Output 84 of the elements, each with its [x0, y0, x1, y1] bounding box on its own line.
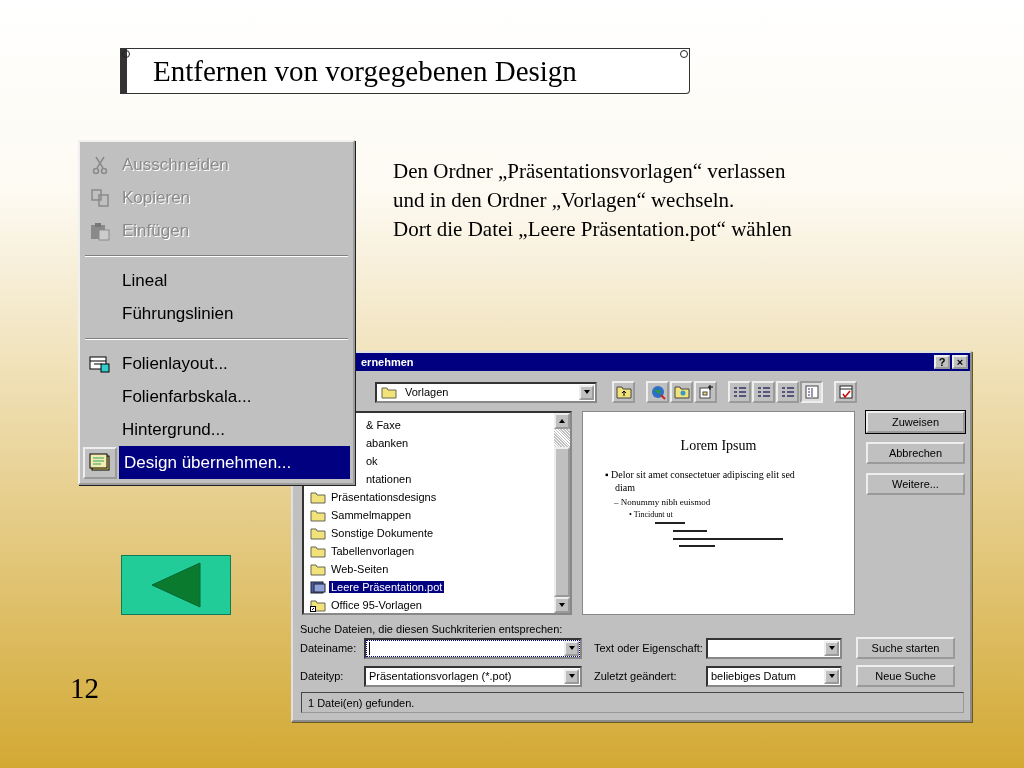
file-item[interactable]: Sammelmappen [329, 509, 414, 521]
dialog-button[interactable]: Abbrechen [866, 442, 965, 464]
field-label: Text oder Eigenschaft: [593, 642, 704, 654]
status-bar: 1 Datei(en) gefunden. [301, 692, 964, 713]
file-item[interactable]: Leere Präsentation.pot [329, 581, 445, 593]
file-item[interactable]: Web-Seiten [329, 563, 391, 575]
field-label: Dateityp: [300, 670, 345, 682]
preview-text: • Tincidunt ut [628, 509, 674, 520]
file-item[interactable]: Sonstige Dokumente [329, 527, 436, 539]
back-button[interactable] [121, 555, 231, 615]
caret-icon [579, 384, 594, 400]
menu-item[interactable]: Folienlayout... [117, 347, 350, 380]
file-item[interactable]: Office 95-Vorlagen [329, 599, 424, 611]
copy-icon [90, 187, 110, 208]
window-title: ernehmen [361, 356, 414, 368]
folder-icon [310, 490, 326, 504]
menu-item[interactable]: Hintergrund... [117, 413, 350, 446]
toolbar-button[interactable] [800, 381, 823, 403]
file-item[interactable]: & Faxe [364, 419, 403, 431]
help-button[interactable]: ? [934, 355, 950, 369]
menu-item[interactable]: Lineal [117, 264, 350, 297]
design-icon [89, 452, 111, 473]
file-item[interactable]: ok [364, 455, 380, 467]
dialog-button[interactable]: Zuweisen [866, 411, 965, 433]
search-button[interactable]: Neue Suche [856, 665, 955, 687]
search-dropdown[interactable]: beliebiges Datum [706, 665, 842, 687]
search-dropdown[interactable] [364, 637, 582, 659]
toolbar-button[interactable] [776, 381, 799, 403]
slide-title: Entfernen von vorgegebenen Design [153, 54, 577, 88]
scroll-curl-icon [679, 49, 689, 59]
page-number: 12 [70, 672, 99, 705]
dialog-button[interactable]: Weitere... [866, 473, 965, 495]
instruction-text: Den Ordner „Präsentationsvorlagen“ verlassen [393, 158, 787, 185]
file-item[interactable]: ntationen [364, 473, 414, 485]
clipboard-icon [90, 220, 110, 241]
globe-icon [649, 384, 666, 400]
folder-icon [310, 526, 326, 540]
file-item[interactable]: Präsentationsdesigns [329, 491, 439, 503]
presentation-file-icon [310, 580, 326, 594]
toolbar-button[interactable] [612, 381, 635, 403]
scissors-icon [90, 154, 110, 175]
toolbar-button[interactable] [752, 381, 775, 403]
look-in-dropdown[interactable]: Vorlagen [375, 381, 597, 403]
field-label: Dateiname: [300, 642, 358, 654]
preview-text: ▪ Delor sit amet consectetuer adipiscing elit sed diam [604, 468, 796, 494]
caret-icon [564, 668, 579, 684]
preview-icon [803, 384, 820, 400]
menu-item[interactable]: Folienfarbskala... [117, 380, 350, 413]
close-button[interactable]: × [952, 355, 968, 369]
commands-icon [837, 384, 854, 400]
folder-icon [310, 508, 326, 522]
list-icon [731, 384, 748, 400]
caret-icon [824, 668, 839, 684]
menu-item[interactable]: Führungslinien [117, 297, 350, 330]
scrollbar[interactable] [554, 413, 570, 613]
toolbar-button[interactable] [646, 381, 669, 403]
back-arrow-icon [151, 562, 201, 608]
up-folder-icon [615, 384, 632, 400]
add-icon [697, 384, 714, 400]
instruction-text: und in den Ordner „Vorlagen“ wechseln. [393, 187, 736, 214]
folder-icon [310, 544, 326, 558]
search-caption: Suche Dateien, die diesen Suchkriterien entsprechen: [300, 623, 564, 635]
folder-shortcut-icon [310, 598, 326, 612]
layout-icon [89, 353, 111, 374]
scroll-curl-icon [121, 49, 131, 59]
preview-title: Lorem Ipsum [679, 438, 758, 454]
toolbar-button[interactable] [728, 381, 751, 403]
file-item[interactable]: abanken [364, 437, 411, 449]
toolbar-button[interactable] [694, 381, 717, 403]
search-button[interactable]: Suche starten [856, 637, 955, 659]
caret-icon [824, 640, 839, 656]
search-dropdown[interactable] [706, 637, 842, 659]
instruction-text: Dort die Datei „Leere Präsentation.pot“ wählen [393, 216, 792, 243]
folder-icon [381, 385, 397, 399]
menu-item[interactable]: Design übernehmen... [119, 446, 350, 479]
caret-icon [564, 640, 579, 656]
search-dropdown[interactable]: Präsentationsvorlagen (*.pot) [364, 665, 582, 687]
folder-icon [673, 384, 690, 400]
toolbar-button[interactable] [670, 381, 693, 403]
toolbar-button[interactable] [834, 381, 857, 403]
field-label: Zuletzt geändert: [593, 670, 678, 682]
folder-icon [310, 562, 326, 576]
preview-text: – Nonummy nibh euismod [613, 496, 712, 509]
file-item[interactable]: Tabellenvorlagen [329, 545, 417, 557]
